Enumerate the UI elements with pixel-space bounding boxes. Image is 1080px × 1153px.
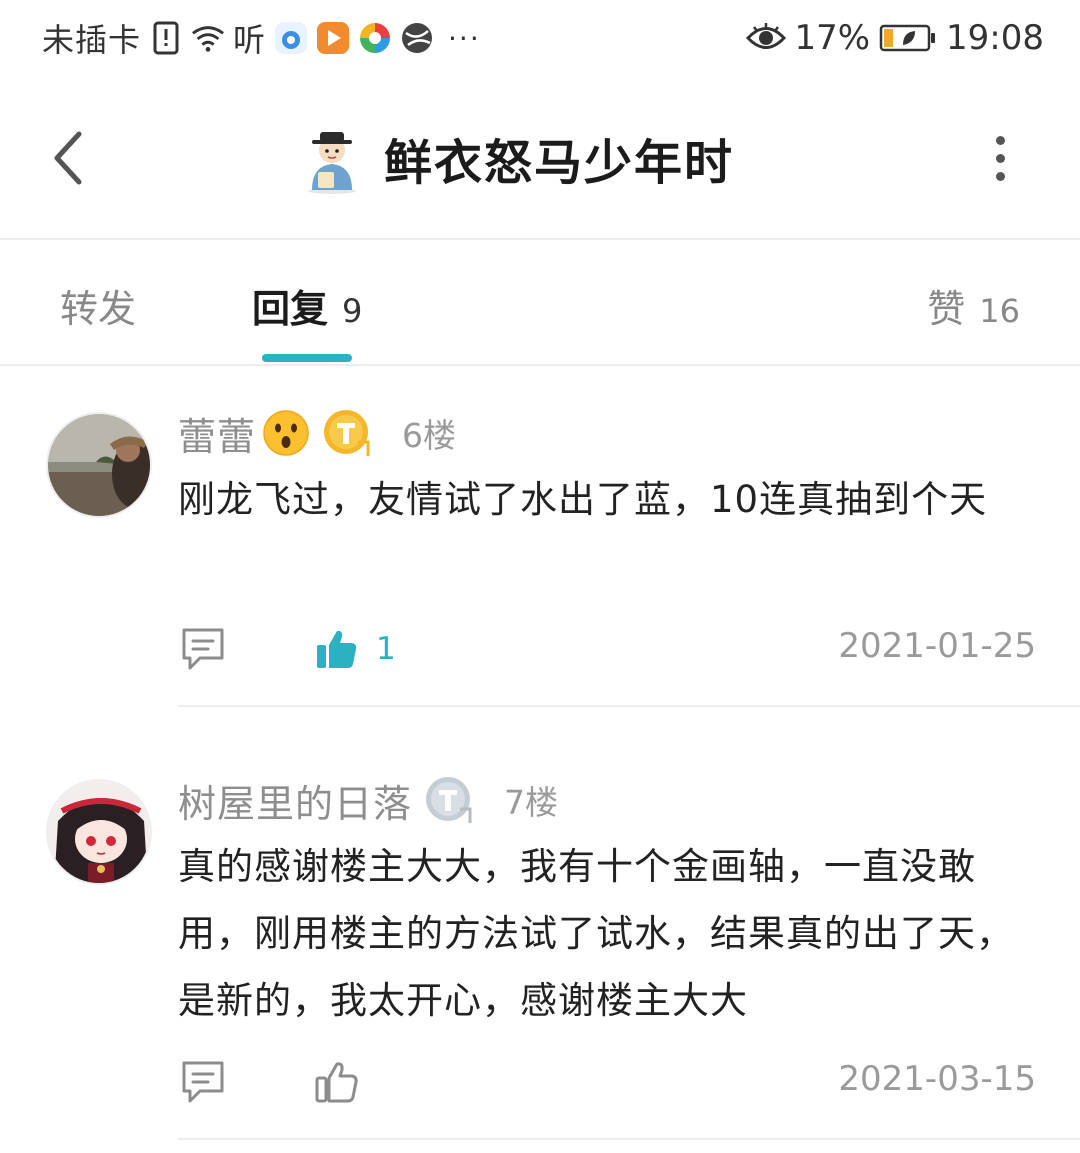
status-bar-left: 未插卡 听 ··· [42, 16, 481, 60]
chevron-left-icon [54, 131, 82, 185]
app-icon [274, 21, 308, 55]
vertical-dots-icon [995, 153, 1005, 163]
thumbs-up-icon [317, 630, 357, 668]
listen-label: 听 [233, 21, 267, 59]
comment-header: 蕾蕾 6楼 [178, 406, 457, 461]
thumbs-up-icon [315, 1062, 358, 1103]
eye-icon [746, 21, 787, 55]
tab-like-count: 16 [979, 292, 1020, 330]
globe-icon [400, 21, 434, 55]
more-options-button[interactable] [980, 128, 1020, 188]
like-count: 1 [376, 631, 396, 667]
floor-number: 7楼 [504, 783, 559, 822]
sim-alert-icon [149, 21, 183, 55]
status-bar-right: 17% 19:08 [746, 16, 1044, 60]
floor-number: 6楼 [402, 416, 457, 455]
tab-forward[interactable]: 转发 [60, 278, 136, 333]
clock: 19:08 [946, 18, 1044, 58]
back-button[interactable] [40, 120, 96, 196]
like-button[interactable] [314, 1057, 376, 1107]
username[interactable]: 树屋里的日落 [178, 773, 412, 828]
tab-reply-label: 回复 [252, 287, 329, 331]
avatar[interactable] [46, 412, 152, 518]
silver-badge-icon [426, 777, 472, 823]
video-app-icon [316, 21, 350, 55]
battery-percent: 17% [794, 18, 871, 58]
tab-reply[interactable]: 回复 9 [252, 278, 362, 333]
gold-badge-icon [324, 410, 370, 456]
username[interactable]: 蕾蕾 [178, 406, 256, 461]
reply-icon[interactable] [178, 624, 228, 674]
page-title: 鲜衣怒马少年时 [384, 135, 735, 191]
comment-header: 树屋里的日落 7楼 [178, 773, 559, 828]
comment-actions: 2021-03-15 [178, 1057, 1038, 1107]
comment-text: 刚龙飞过，友情试了水出了蓝，10连真抽到个天 [178, 478, 988, 521]
active-tab-indicator [262, 354, 352, 362]
comment-actions: 1 2021-01-25 [178, 624, 1038, 674]
carrier-label: 未插卡 [42, 21, 142, 59]
tab-like-label: 赞 [927, 287, 966, 331]
tab-like[interactable]: 赞 16 [927, 278, 1020, 333]
wifi-icon [191, 21, 225, 55]
like-button[interactable]: 1 [314, 624, 396, 674]
vertical-dots-icon [995, 171, 1005, 181]
browser-icon [358, 21, 392, 55]
poster-avatar[interactable] [300, 122, 364, 194]
comment-text: 真的感谢楼主大大，我有十个金画轴，一直没敢用，刚用楼主的方法试了试水，结果真的出… [178, 845, 1014, 1022]
comment-item: 蕾蕾 6楼 刚龙飞过，友情试了水出了蓝，10连真抽到个天 1 2021-01-2… [0, 366, 1080, 706]
tab-reply-count: 9 [342, 292, 363, 330]
tab-bar: 转发 回复 9 赞 16 [0, 240, 1080, 366]
status-bar: 未插卡 听 ··· 17% 19:08 [0, 0, 1080, 78]
tab-forward-label: 转发 [60, 287, 137, 331]
comment-date: 2021-01-25 [838, 626, 1036, 666]
comment-item: 树屋里的日落 7楼 真的感谢楼主大大，我有十个金画轴，一直没敢用，刚用楼主的方法… [0, 707, 1080, 1153]
title-wrap: 鲜衣怒马少年时 [300, 118, 734, 198]
more-notifications: ··· [448, 21, 481, 55]
avatar[interactable] [46, 779, 152, 885]
battery-icon [878, 21, 938, 55]
vertical-dots-icon [995, 135, 1005, 145]
reply-icon[interactable] [178, 1057, 228, 1107]
surprised-face-icon [263, 410, 309, 456]
divider [178, 1138, 1080, 1140]
comment-date: 2021-03-15 [838, 1059, 1036, 1099]
header: 鲜衣怒马少年时 [0, 78, 1080, 240]
